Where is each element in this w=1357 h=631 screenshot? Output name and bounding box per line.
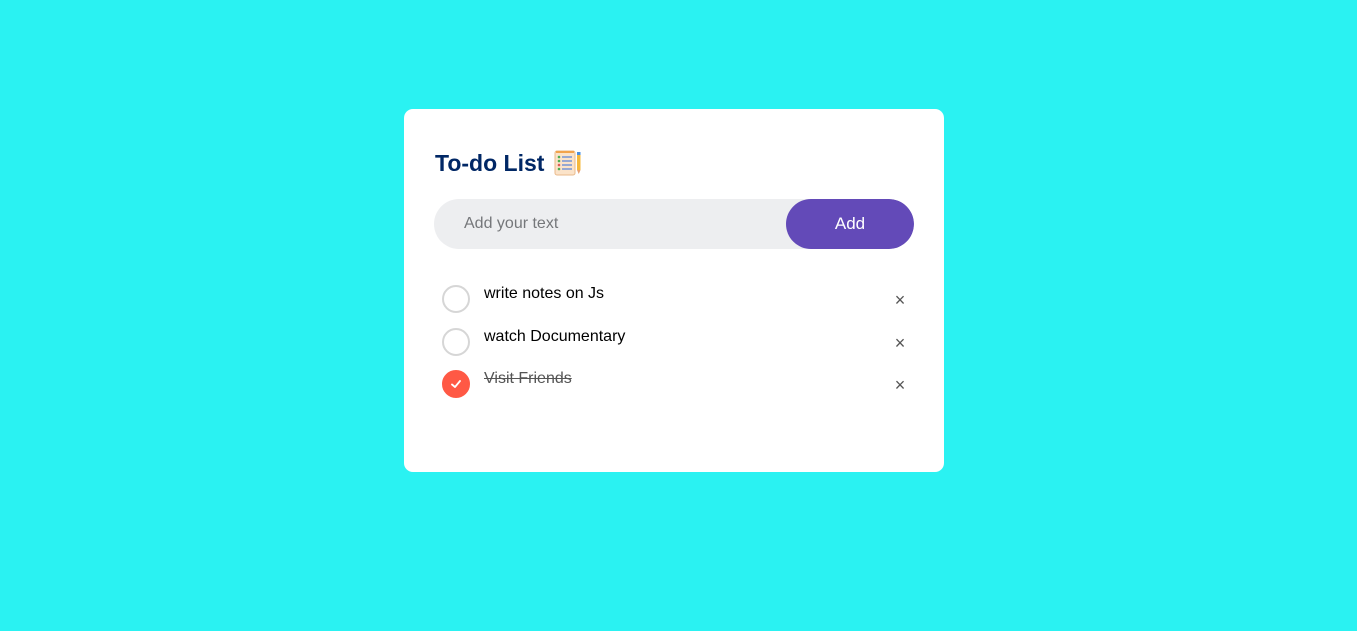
task-text: write notes on Js [484,285,605,302]
task-input[interactable] [434,199,786,249]
task-item[interactable]: watch Documentary × [442,322,912,365]
add-button[interactable]: Add [786,199,914,249]
task-text: watch Documentary [484,327,626,345]
notepad-icon [554,150,582,176]
task-item[interactable]: Visit Friends × [442,364,912,407]
add-task-row: Add [434,199,914,249]
close-icon[interactable]: × [888,373,912,397]
checkmark-icon [451,380,461,388]
task-text: Visit Friends [484,370,572,387]
close-icon[interactable]: × [888,288,912,312]
task-list: write notes on Js × watch Documentary × … [442,279,912,407]
task-item[interactable]: write notes on Js × [442,279,912,322]
close-icon[interactable]: × [888,331,912,355]
unchecked-circle-icon[interactable] [442,327,470,356]
title-row: To-do List [435,149,582,177]
checked-circle-icon[interactable] [442,370,470,398]
todo-card: To-do List Add wri [404,109,944,472]
unchecked-circle-icon[interactable] [442,285,470,313]
page-title: To-do List [435,150,545,176]
